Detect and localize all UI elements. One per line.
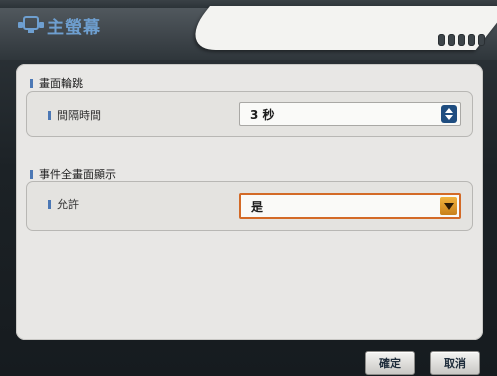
row-bullet	[48, 110, 51, 120]
spinner-updown-icon[interactable]	[441, 105, 457, 123]
section-title-event-fullscreen: 事件全畫面顯示	[30, 166, 116, 182]
allow-label-text: 允許	[57, 198, 79, 211]
section-title-text: 畫面輪跳	[39, 77, 83, 90]
monitor-icon	[18, 16, 44, 33]
interval-label: 間隔時間	[48, 107, 101, 123]
signal-indicator-icon	[438, 34, 485, 46]
section-bullet	[30, 169, 33, 179]
group-carousel: 間隔時間 3 秒	[26, 91, 473, 137]
section-title-carousel: 畫面輪跳	[30, 75, 83, 91]
chevron-down-icon[interactable]	[440, 197, 457, 215]
allow-value: 是	[251, 199, 264, 214]
cancel-button[interactable]: 取消	[430, 351, 480, 375]
ok-button[interactable]: 確定	[365, 351, 415, 375]
settings-panel: 畫面輪跳 間隔時間 3 秒 事件全畫面顯示 允許 是	[16, 64, 483, 340]
allow-dropdown[interactable]: 是	[239, 193, 461, 219]
allow-label: 允許	[48, 196, 79, 212]
interval-label-text: 間隔時間	[57, 109, 101, 122]
section-title-text: 事件全畫面顯示	[39, 168, 116, 181]
section-bullet	[30, 78, 33, 88]
interval-value: 3 秒	[250, 107, 275, 122]
page-title: 主螢幕	[47, 18, 101, 38]
group-event-fullscreen: 允許 是	[26, 181, 473, 231]
title-bar: 主螢幕	[0, 0, 497, 60]
interval-spinner[interactable]: 3 秒	[239, 102, 461, 126]
row-bullet	[48, 199, 51, 209]
screen-background: 主螢幕 畫面輪跳 間隔時間 3 秒 事件全畫面顯示 允許 是 確定 取消	[0, 0, 497, 376]
